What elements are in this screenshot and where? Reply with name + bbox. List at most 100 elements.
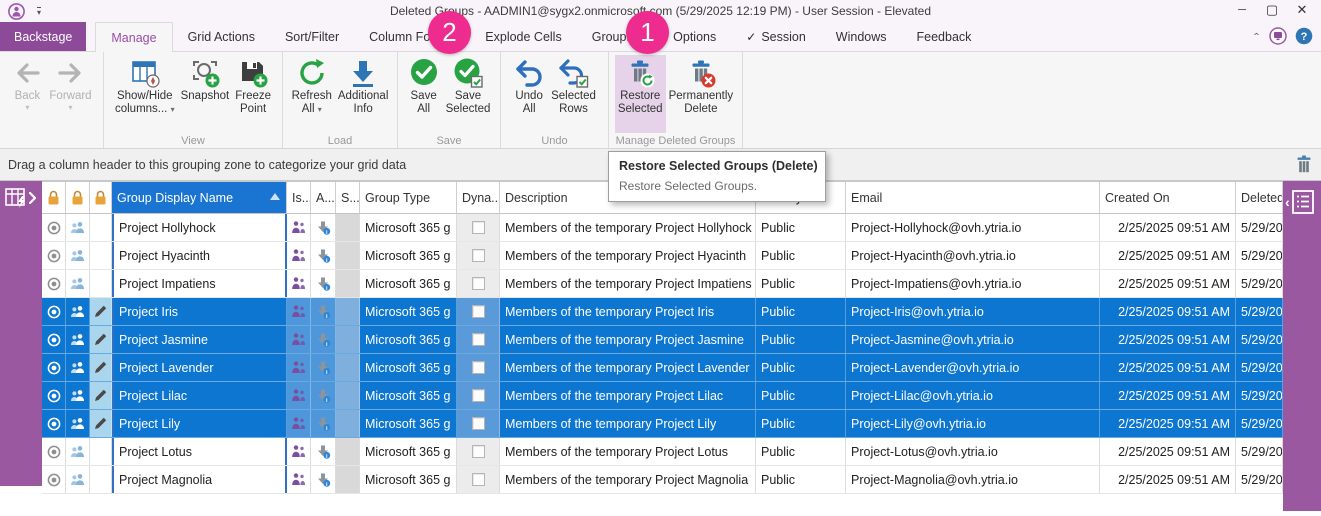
row-edit-cell[interactable]	[90, 298, 112, 325]
maximize-button[interactable]: ▢	[1257, 0, 1287, 22]
row-edit-cell[interactable]	[90, 410, 112, 437]
additional-info-cell[interactable]: i	[311, 382, 336, 409]
group-display-name-cell[interactable]: Project Lotus	[112, 438, 287, 465]
column-header-lock-2[interactable]	[66, 182, 90, 213]
additional-info-cell[interactable]: i	[311, 354, 336, 381]
dynamic-membership-cell[interactable]	[457, 298, 500, 325]
created-on-cell[interactable]: 2/25/2025 09:51 AM	[1100, 382, 1236, 409]
description-cell[interactable]: Members of the temporary Project Hollyho…	[500, 214, 756, 241]
group-display-name-cell[interactable]: Project Magnolia	[112, 466, 287, 493]
column-header-lock-3[interactable]	[90, 182, 112, 213]
row-target-cell[interactable]	[42, 466, 66, 493]
created-on-cell[interactable]: 2/25/2025 09:51 AM	[1100, 326, 1236, 353]
row-target-cell[interactable]	[42, 438, 66, 465]
save-selected-button[interactable]: Save Selected	[443, 55, 494, 133]
group-display-name-cell[interactable]: Project Hollyhock	[112, 214, 287, 241]
email-cell[interactable]: Project-Hollyhock@ovh.ytria.io	[846, 214, 1100, 241]
deleted-cell[interactable]: 5/29/2025	[1236, 466, 1283, 493]
description-cell[interactable]: Members of the temporary Project Magnoli…	[500, 466, 756, 493]
collapse-ribbon-icon[interactable]: ⌃	[1252, 31, 1261, 41]
privacy-cell[interactable]: Public	[756, 382, 846, 409]
row-target-cell[interactable]	[42, 242, 66, 269]
created-on-cell[interactable]: 2/25/2025 09:51 AM	[1100, 298, 1236, 325]
row-members-cell[interactable]	[66, 326, 90, 353]
additional-info-cell[interactable]: i	[311, 410, 336, 437]
privacy-cell[interactable]: Public	[756, 214, 846, 241]
description-cell[interactable]: Members of the temporary Project Impatie…	[500, 270, 756, 297]
close-button[interactable]: ✕	[1287, 0, 1317, 22]
row-target-cell[interactable]	[42, 326, 66, 353]
column-header-created-on[interactable]: Created On	[1100, 182, 1236, 213]
group-type-cell[interactable]: Microsoft 365 g	[360, 326, 457, 353]
tab-session[interactable]: ✓Session	[731, 22, 821, 51]
row-edit-cell[interactable]	[90, 466, 112, 493]
dynamic-checkbox[interactable]	[472, 473, 485, 486]
created-on-cell[interactable]: 2/25/2025 09:51 AM	[1100, 270, 1236, 297]
privacy-cell[interactable]: Public	[756, 242, 846, 269]
left-panel-strip[interactable]	[0, 181, 42, 486]
restore-selected-button[interactable]: Restore Selected	[615, 55, 666, 133]
privacy-cell[interactable]: Public	[756, 438, 846, 465]
is-teams-cell[interactable]	[287, 270, 311, 297]
created-on-cell[interactable]: 2/25/2025 09:51 AM	[1100, 438, 1236, 465]
row-edit-cell[interactable]	[90, 354, 112, 381]
forward-button[interactable]: Forward ▾	[46, 55, 94, 133]
table-row[interactable]: Project Impatiens i Microsoft 365 g Memb…	[42, 270, 1283, 298]
row-target-cell[interactable]	[42, 382, 66, 409]
row-edit-cell[interactable]	[90, 382, 112, 409]
deleted-cell[interactable]: 5/29/2025	[1236, 438, 1283, 465]
is-teams-cell[interactable]	[287, 242, 311, 269]
privacy-cell[interactable]: Public	[756, 326, 846, 353]
description-cell[interactable]: Members of the temporary Project Lily	[500, 410, 756, 437]
table-row[interactable]: Project Lilac i Microsoft 365 g Members …	[42, 382, 1283, 410]
row-edit-cell[interactable]	[90, 438, 112, 465]
is-teams-cell[interactable]	[287, 438, 311, 465]
column-header-a[interactable]: A...	[311, 182, 336, 213]
additional-info-cell[interactable]: i	[311, 214, 336, 241]
group-type-cell[interactable]: Microsoft 365 g	[360, 298, 457, 325]
description-cell[interactable]: Members of the temporary Project Hyacint…	[500, 242, 756, 269]
group-display-name-cell[interactable]: Project Lilac	[112, 382, 287, 409]
status-cell[interactable]	[336, 242, 360, 269]
created-on-cell[interactable]: 2/25/2025 09:51 AM	[1100, 214, 1236, 241]
group-type-cell[interactable]: Microsoft 365 g	[360, 242, 457, 269]
email-cell[interactable]: Project-Magnolia@ovh.ytria.io	[846, 466, 1100, 493]
description-cell[interactable]: Members of the temporary Project Lilac	[500, 382, 756, 409]
status-cell[interactable]	[336, 466, 360, 493]
back-button[interactable]: Back ▾	[8, 55, 46, 133]
created-on-cell[interactable]: 2/25/2025 09:51 AM	[1100, 466, 1236, 493]
table-row[interactable]: Project Magnolia i Microsoft 365 g Membe…	[42, 466, 1283, 494]
permanently-delete-button[interactable]: Permanently Delete	[666, 55, 737, 133]
description-cell[interactable]: Members of the temporary Project Lotus	[500, 438, 756, 465]
dynamic-checkbox[interactable]	[472, 305, 485, 318]
deleted-cell[interactable]: 5/29/2025	[1236, 382, 1283, 409]
group-type-cell[interactable]: Microsoft 365 g	[360, 270, 457, 297]
is-teams-cell[interactable]	[287, 466, 311, 493]
table-row[interactable]: Project Hyacinth i Microsoft 365 g Membe…	[42, 242, 1283, 270]
is-teams-cell[interactable]	[287, 382, 311, 409]
column-header-dynamic[interactable]: Dyna...	[457, 182, 500, 213]
row-members-cell[interactable]	[66, 242, 90, 269]
description-cell[interactable]: Members of the temporary Project Lavende…	[500, 354, 756, 381]
dynamic-membership-cell[interactable]	[457, 326, 500, 353]
column-header-s[interactable]: S...	[336, 182, 360, 213]
freeze-point-button[interactable]: Freeze Point	[232, 55, 274, 133]
additional-info-cell[interactable]: i	[311, 466, 336, 493]
is-teams-cell[interactable]	[287, 410, 311, 437]
dynamic-checkbox[interactable]	[472, 333, 485, 346]
privacy-cell[interactable]: Public	[756, 410, 846, 437]
refresh-all-button[interactable]: Refresh All ▾	[289, 55, 335, 133]
help-icon[interactable]: ?	[1295, 27, 1313, 45]
tab-backstage[interactable]: ✓Backstage	[0, 22, 86, 51]
group-display-name-cell[interactable]: Project Jasmine	[112, 326, 287, 353]
group-type-cell[interactable]: Microsoft 365 g	[360, 354, 457, 381]
dynamic-checkbox[interactable]	[472, 221, 485, 234]
row-members-cell[interactable]	[66, 298, 90, 325]
additional-info-cell[interactable]: i	[311, 242, 336, 269]
minimize-button[interactable]: ─	[1227, 0, 1257, 22]
additional-info-cell[interactable]: i	[311, 270, 336, 297]
status-cell[interactable]	[336, 438, 360, 465]
email-cell[interactable]: Project-Lavender@ovh.ytria.io	[846, 354, 1100, 381]
dynamic-checkbox[interactable]	[472, 361, 485, 374]
column-header-group-type[interactable]: Group Type	[360, 182, 457, 213]
